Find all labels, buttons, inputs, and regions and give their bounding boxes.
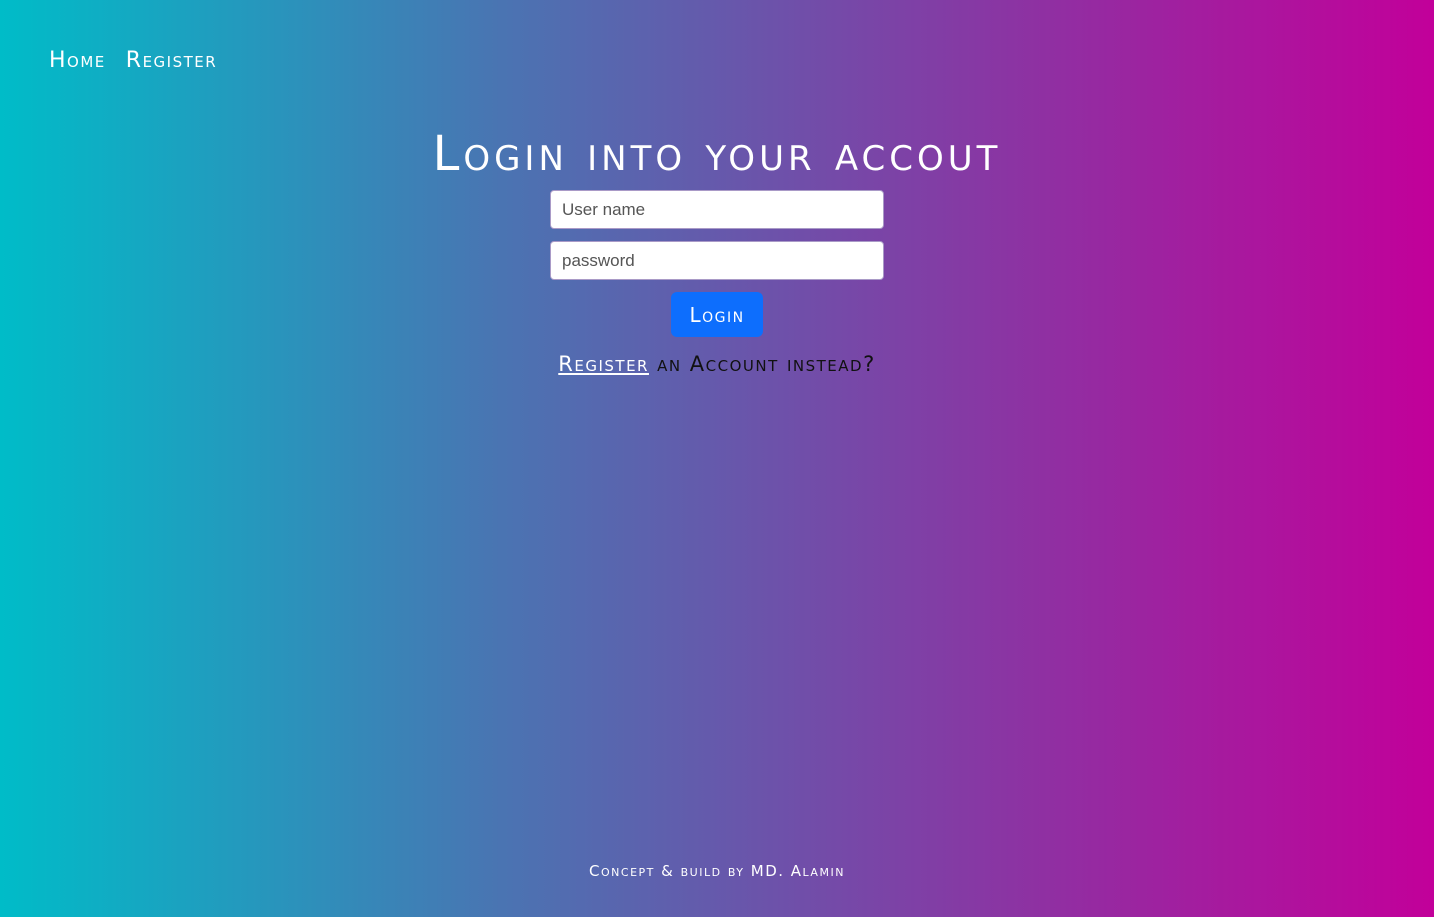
login-form: Login into your accout Login Register an… (0, 124, 1434, 376)
footer-credit: Concept & build by MD. Alamin (589, 862, 845, 880)
top-nav: Home Register (49, 48, 217, 73)
login-button[interactable]: Login (671, 292, 763, 337)
register-link[interactable]: Register (558, 352, 649, 376)
password-input[interactable] (550, 241, 884, 280)
username-input[interactable] (550, 190, 884, 229)
register-prompt-text: an Account instead? (648, 352, 876, 376)
page-title: Login into your accout (432, 126, 1002, 182)
nav-home-link[interactable]: Home (49, 48, 106, 73)
register-prompt: Register an Account instead? (558, 352, 875, 376)
nav-register-link[interactable]: Register (126, 48, 217, 73)
